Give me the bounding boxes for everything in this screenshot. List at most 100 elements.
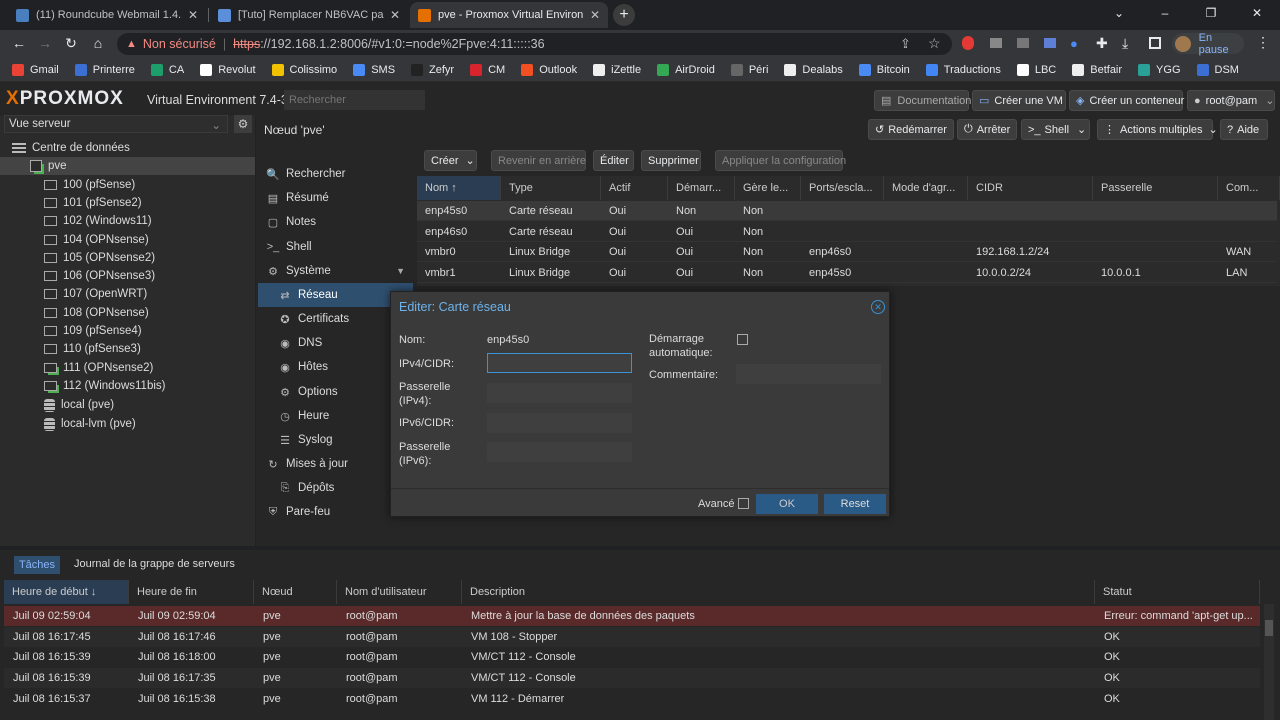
extension-icon[interactable] — [1044, 38, 1056, 48]
task-row[interactable]: Juil 08 16:15:39 Juil 08 16:17:35 pve root@… — [4, 668, 1260, 688]
tree-item[interactable]: 109 (pfSense4) — [0, 322, 142, 340]
tree-item[interactable]: pve — [0, 157, 255, 175]
reload-icon[interactable]: ↻ — [60, 33, 82, 53]
bookmark-item[interactable]: YGG — [1138, 63, 1181, 76]
tree-item[interactable]: 100 (pfSense) — [0, 176, 135, 194]
gw4-input[interactable] — [487, 383, 632, 403]
delete-button[interactable]: Supprimer — [641, 150, 701, 171]
revert-button[interactable]: Revenir en arrière — [491, 150, 586, 171]
extension-icon[interactable] — [962, 36, 974, 50]
create-button[interactable]: Créer ⌄ — [424, 150, 477, 171]
extension-icon[interactable] — [990, 38, 1002, 48]
tree-item[interactable]: 101 (pfSense2) — [0, 194, 142, 212]
create-vm-button[interactable]: ▭ Créer une VM — [972, 90, 1066, 111]
tree-item[interactable]: 112 (Windows11bis) — [0, 377, 165, 395]
close-tab-icon[interactable]: ✕ — [188, 8, 198, 22]
tree-item[interactable]: 110 (pfSense3) — [0, 340, 141, 358]
user-menu-button[interactable]: ● root@pam ⌄ — [1187, 90, 1275, 111]
gw6-input[interactable] — [487, 442, 632, 462]
advanced-checkbox[interactable] — [738, 498, 749, 509]
reset-button[interactable]: Reset — [824, 494, 886, 514]
ipv6-input[interactable] — [487, 413, 632, 433]
tree-item[interactable]: 102 (Windows11) — [0, 212, 152, 230]
autostart-checkbox[interactable] — [737, 334, 748, 345]
bookmark-item[interactable]: Péri — [730, 63, 768, 76]
menu-item[interactable]: 🔍 Rechercher — [258, 162, 413, 186]
edit-button[interactable]: Éditer — [593, 150, 634, 171]
table-row[interactable]: vmbr1 Linux Bridge Oui Oui Non enp45s0 10.0.0.… — [417, 263, 1277, 283]
maximize-button[interactable]: ❐ — [1188, 0, 1234, 28]
bookmark-item[interactable]: Zefyr — [411, 63, 454, 76]
column-header[interactable]: Mode d'agr... — [884, 176, 968, 200]
tree-item[interactable]: 105 (OPNsense2) — [0, 249, 155, 267]
address-bar[interactable]: ▲ Non sécurisé | https ://192.168.1.2:80… — [117, 33, 952, 55]
tree-item[interactable]: 111 (OPNsense2) — [0, 359, 153, 377]
bookmark-item[interactable]: Outlook — [521, 63, 577, 76]
table-row[interactable]: enp45s0 Carte réseau Oui Non Non — [417, 201, 1277, 221]
column-header[interactable]: Gère le... — [735, 176, 801, 200]
shutdown-button[interactable]: ⏻ Arrêter — [957, 119, 1017, 140]
menu-item[interactable]: ▤ Résumé — [258, 186, 413, 210]
tree-item[interactable]: 104 (OPNsense) — [0, 231, 149, 249]
task-column-header[interactable]: Description — [462, 580, 1095, 604]
puzzle-icon[interactable]: ✚ — [1096, 35, 1108, 52]
bookmark-item[interactable]: Dealabs — [784, 63, 843, 76]
bookmark-item[interactable]: LBC — [1016, 63, 1056, 76]
share-icon[interactable]: ⇪ — [900, 36, 911, 52]
column-header[interactable]: Actif — [601, 176, 668, 200]
bookmark-item[interactable]: Revolut — [200, 63, 256, 76]
bookmark-item[interactable]: DSM — [1196, 63, 1239, 76]
comment-input[interactable] — [736, 364, 881, 384]
profile-button[interactable]: En pause — [1172, 32, 1244, 56]
bookmark-item[interactable]: CM — [470, 63, 505, 76]
bookmark-item[interactable]: Bitcoin — [858, 63, 910, 76]
forward-icon[interactable]: → — [34, 33, 56, 53]
bookmark-item[interactable]: Printerre — [74, 63, 135, 76]
column-header[interactable]: Type — [501, 176, 601, 200]
download-icon[interactable]: ⤓ — [1122, 35, 1128, 52]
documentation-button[interactable]: ▤ Documentation — [874, 90, 971, 111]
extension-icon[interactable]: ● — [1070, 36, 1078, 51]
table-row[interactable]: vmbr0 Linux Bridge Oui Oui Non enp46s0 192.168… — [417, 242, 1277, 262]
reboot-button[interactable]: ↺ Redémarrer — [868, 119, 954, 140]
sidepanel-icon[interactable] — [1149, 37, 1161, 49]
browser-tab[interactable]: [Tuto] Remplacer NB6VAC par un ✕ — [210, 2, 408, 28]
shell-button[interactable]: >_ Shell ⌄ — [1021, 119, 1090, 140]
task-scroll-thumb[interactable] — [1265, 620, 1273, 636]
bookmark-item[interactable]: AirDroid — [657, 63, 715, 76]
back-icon[interactable]: ← — [8, 33, 30, 53]
task-column-header[interactable]: Heure de début ↓ — [4, 580, 129, 604]
bookmark-item[interactable]: Traductions — [925, 63, 1001, 76]
collapse-icon[interactable]: ▼ — [396, 266, 405, 276]
task-column-header[interactable]: Nom d'utilisateur — [337, 580, 462, 604]
menu-item[interactable]: >_ Shell — [258, 235, 413, 259]
column-header[interactable]: Passerelle — [1093, 176, 1218, 200]
task-row[interactable]: Juil 09 02:59:04 Juil 09 02:59:04 pve root@… — [4, 606, 1260, 626]
task-column-header[interactable]: Nœud — [254, 580, 337, 604]
tree-item[interactable]: local (pve) — [0, 396, 114, 414]
star-icon[interactable]: ☆ — [928, 35, 941, 52]
menu-icon[interactable]: ⋮ — [1256, 34, 1270, 51]
new-tab-button[interactable]: + — [613, 4, 635, 26]
ipv4-input[interactable] — [487, 353, 632, 373]
bookmark-item[interactable]: Colissimo — [271, 63, 337, 76]
help-button[interactable]: ? Aide — [1220, 119, 1268, 140]
column-header[interactable]: Nom ↑ — [417, 176, 501, 200]
home-icon[interactable]: ⌂ — [87, 33, 109, 53]
browser-tab[interactable]: pve - Proxmox Virtual Environme ✕ — [410, 2, 608, 28]
task-column-header[interactable]: Heure de fin — [129, 580, 254, 604]
menu-item[interactable]: ▢ Notes — [258, 210, 413, 234]
gear-icon[interactable]: ⚙ — [234, 115, 252, 133]
bulk-actions-button[interactable]: ⋮ Actions multiples ⌄ — [1097, 119, 1218, 140]
tree-item[interactable]: 107 (OpenWRT) — [0, 285, 147, 303]
close-tab-icon[interactable]: ✕ — [390, 8, 400, 22]
bookmark-item[interactable]: SMS — [353, 63, 395, 76]
tab-cluster-log[interactable]: Journal de la grappe de serveurs — [74, 558, 235, 570]
minimize-button[interactable]: – — [1142, 0, 1188, 28]
bookmark-item[interactable]: CA — [150, 63, 184, 76]
close-tab-icon[interactable]: ✕ — [590, 8, 600, 22]
column-header[interactable]: Ports/escla... — [801, 176, 884, 200]
extension-icon[interactable] — [1017, 38, 1029, 48]
menu-item[interactable]: ⚙ Système ▼ — [258, 259, 413, 283]
table-row[interactable]: enp46s0 Carte réseau Oui Oui Non — [417, 222, 1277, 242]
